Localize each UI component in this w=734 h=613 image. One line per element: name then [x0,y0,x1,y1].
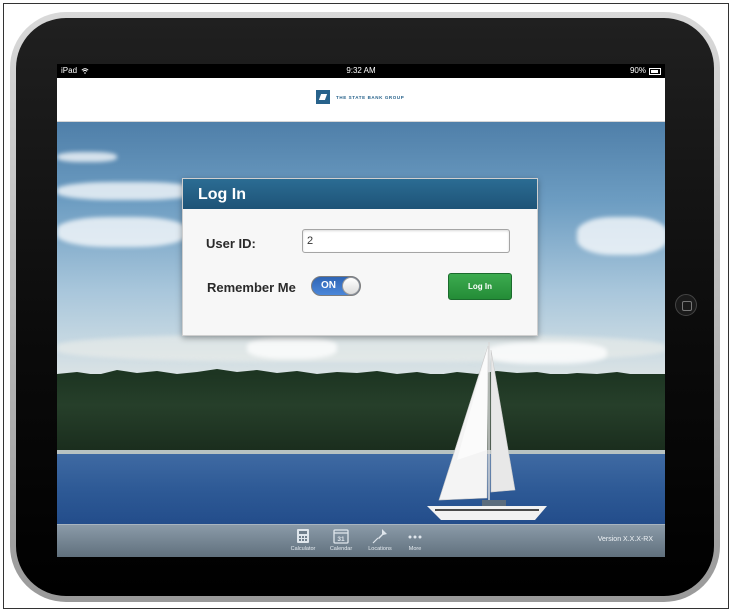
sailboat-image [427,342,547,520]
login-dialog: Log In User ID: Remember Me ON Log In [182,178,538,336]
water [57,454,665,524]
forest [57,374,665,452]
pin-icon [372,529,387,544]
calendar-icon: 31 [333,529,349,544]
user-id-label: User ID: [206,236,256,251]
user-id-input[interactable] [302,229,510,253]
cloud [57,217,187,247]
remember-me-toggle[interactable]: ON [311,276,361,296]
cloud [577,217,665,255]
toolbar-item-more[interactable]: More [397,528,433,552]
logo-text: THE STATE BANK GROUP [336,94,405,100]
status-battery: 90% [630,64,661,78]
dialog-title: Log In [198,186,246,203]
cloud [57,152,117,162]
remember-me-label: Remember Me [207,280,296,295]
version-label: Version X.X.X-RX [597,536,653,543]
status-bar: iPad 9:32 AM 90% [57,64,665,78]
toggle-state-label: ON [321,280,336,291]
status-time: 9:32 AM [346,66,376,75]
toolbar-item-calculator[interactable]: Calculator [285,528,321,552]
app-header: THE STATE BANK GROUP [57,78,665,122]
toggle-knob [342,277,360,295]
bottom-toolbar: Calculator 31 Calendar Locations More Ve… [57,524,665,557]
bank-logo: THE STATE BANK GROUP [316,90,404,104]
toolbar-item-label: More [408,546,422,552]
toolbar-item-locations[interactable]: Locations [362,528,398,552]
more-icon [408,535,422,539]
toolbar-item-label: Calculator [290,546,316,552]
battery-icon [649,67,661,75]
toolbar-item-label: Locations [368,546,392,552]
home-button[interactable] [675,294,697,316]
cloud [57,182,197,200]
login-button[interactable]: Log In [448,273,512,300]
calculator-icon [297,529,309,543]
toolbar-item-calendar[interactable]: 31 Calendar [323,528,359,552]
toolbar-item-label: Calendar [329,546,353,552]
logo-mark-icon [316,90,330,104]
cloud [247,337,337,359]
dialog-header: Log In [183,179,537,209]
device-screen: iPad 9:32 AM 90% THE STATE BANK GROUP Lo… [57,64,665,557]
calendar-icon-text: 31 [337,536,345,543]
